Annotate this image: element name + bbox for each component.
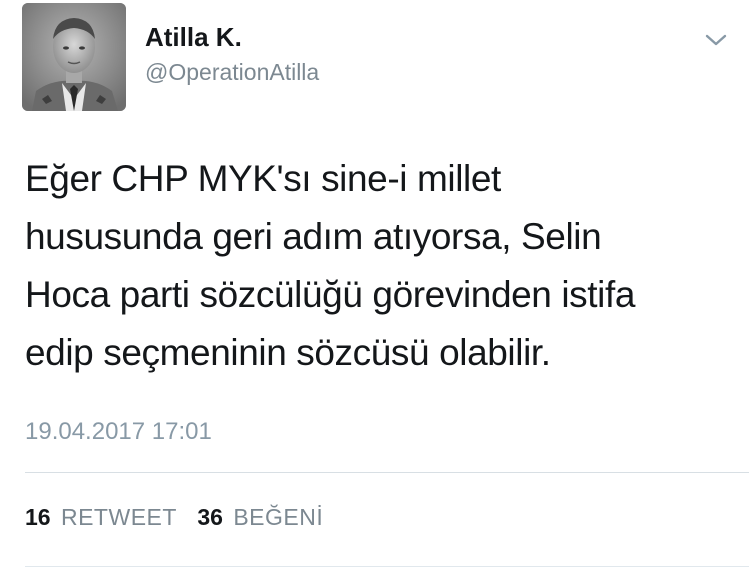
avatar[interactable]	[22, 3, 126, 111]
tweet-text-line: Hoca parti sözcülüğü görevinden istifa	[25, 274, 636, 315]
chevron-down-icon[interactable]	[702, 30, 730, 50]
tweet-text: Eğer CHP MYK'sı sine-i millet hususunda …	[25, 150, 725, 382]
tweet-stats: 16 RETWEET 36 BEĞENİ	[25, 504, 337, 531]
retweet-count-stat[interactable]: 16 RETWEET	[25, 504, 177, 531]
user-display-name[interactable]: Atilla K.	[145, 22, 242, 53]
retweet-label: RETWEET	[60, 504, 177, 530]
tweet-timestamp[interactable]: 19.04.2017 17:01	[25, 418, 212, 446]
user-handle[interactable]: @OperationAtilla	[145, 59, 319, 86]
like-count: 36	[197, 504, 223, 530]
retweet-count: 16	[25, 504, 51, 530]
divider	[25, 472, 749, 473]
like-label: BEĞENİ	[233, 504, 324, 530]
tweet-text-line: Eğer CHP MYK'sı sine-i millet	[25, 158, 501, 199]
like-count-stat[interactable]: 36 BEĞENİ	[197, 504, 323, 531]
divider	[25, 566, 749, 567]
tweet-card: Atilla K. @OperationAtilla Eğer CHP MYK'…	[0, 0, 749, 571]
tweet-text-line: edip seçmeninin sözcüsü olabilir.	[25, 332, 551, 373]
avatar-portrait-icon	[22, 3, 126, 111]
tweet-text-line: hususunda geri adım atıyorsa, Selin	[25, 216, 602, 257]
